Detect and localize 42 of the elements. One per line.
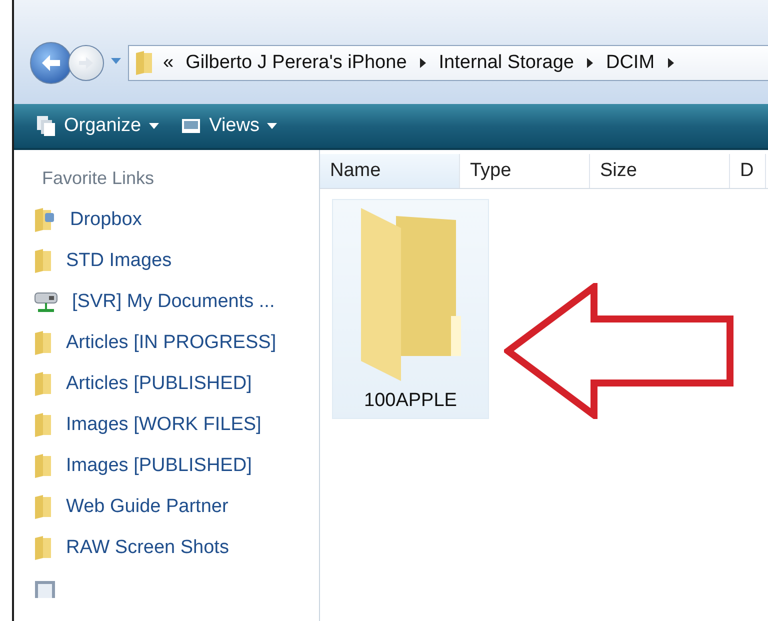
caret-icon	[149, 123, 160, 129]
folder-icon	[34, 370, 52, 396]
chevron-right-icon[interactable]	[666, 58, 675, 68]
chevron-right-icon[interactable]	[418, 58, 427, 68]
favorite-link[interactable]: Images [PUBLISHED]	[30, 445, 319, 486]
favorite-link[interactable]: RAW Screen Shots	[30, 527, 319, 568]
chevron-right-icon[interactable]	[586, 58, 594, 68]
favorite-link[interactable]: Web Guide Partner	[30, 486, 319, 527]
pages-icon	[36, 115, 56, 137]
folder-icon	[34, 412, 52, 438]
back-button[interactable]	[30, 42, 72, 84]
favorite-link[interactable]: Articles [IN PROGRESS]	[30, 322, 319, 363]
caret-icon	[267, 123, 278, 129]
image-view-icon	[181, 118, 202, 134]
column-header[interactable]: Name	[320, 154, 460, 188]
views-button[interactable]: Views	[177, 113, 282, 139]
favorite-link[interactable]: Articles [PUBLISHED]	[30, 363, 319, 404]
folder-icon	[34, 206, 56, 232]
back-arrow-icon	[40, 54, 62, 72]
folder-icon	[34, 494, 52, 520]
forward-arrow-icon	[78, 56, 94, 70]
network-drive-icon	[34, 290, 58, 314]
favorite-link[interactable]: [SVR] My Documents ...	[30, 281, 319, 322]
favorite-link[interactable]: STD Images	[30, 240, 319, 281]
caret-icon	[110, 57, 122, 65]
breadcrumb[interactable]: Internal Storage	[436, 52, 576, 74]
documents-icon	[34, 580, 56, 598]
breadcrumb[interactable]: Gilberto J Perera's iPhone	[184, 52, 409, 74]
address-bar[interactable]: « Gilberto J Perera's iPhone Internal Storage DCIM	[128, 45, 768, 81]
folder-item[interactable]: 100APPLE	[332, 199, 489, 419]
folder-icon	[34, 452, 52, 478]
breadcrumb[interactable]: DCIM	[604, 52, 657, 74]
organize-button[interactable]: Organize	[32, 113, 164, 139]
pane-heading: Favorite Links	[42, 168, 156, 189]
folder-icon	[34, 534, 52, 560]
favorite-link[interactable]: Dropbox	[30, 199, 319, 240]
overflow-chevron[interactable]: «	[163, 52, 174, 74]
folder-icon	[135, 50, 153, 76]
favorite-link[interactable]: Images [WORK FILES]	[30, 404, 319, 445]
folder-icon	[34, 330, 52, 356]
folder-icon	[34, 248, 52, 274]
forward-button[interactable]	[68, 45, 104, 81]
